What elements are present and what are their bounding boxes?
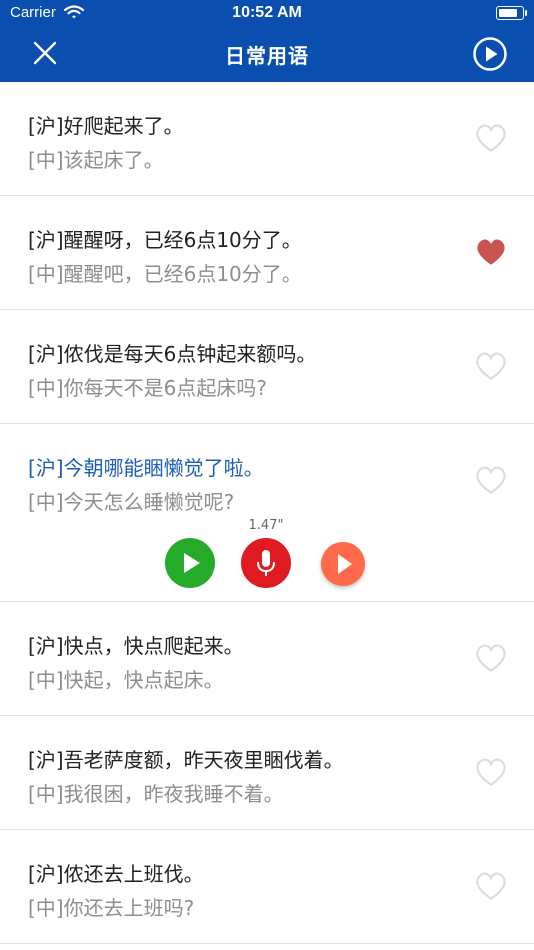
dialect-text: [沪]好爬起来了。: [28, 114, 184, 138]
battery-fill: [499, 9, 517, 17]
play-recording-button[interactable]: [321, 542, 365, 586]
phrase-row[interactable]: [沪]好爬起来了。 [中]该起床了。: [0, 82, 534, 196]
heart-filled-icon[interactable]: [474, 236, 508, 268]
phrase-row-active[interactable]: [沪]今朝哪能睏懒觉了啦。 [中]今天怎么睡懒觉呢? 1.47": [0, 424, 534, 602]
mandarin-text: [中]该起床了。: [28, 148, 164, 172]
dialect-text: [沪]今朝哪能睏懒觉了啦。: [28, 456, 264, 480]
microphone-icon: [257, 550, 275, 576]
play-circle-icon[interactable]: [472, 36, 508, 72]
heart-outline-icon[interactable]: [474, 870, 508, 902]
play-icon: [338, 554, 352, 574]
phrase-row[interactable]: [沪]快点，快点爬起来。 [中]快起，快点起床。: [0, 602, 534, 716]
phrase-row[interactable]: [沪]侬伐是每天6点钟起来额吗。 [中]你每天不是6点起床吗?: [0, 310, 534, 424]
mandarin-text: [中]你还去上班吗?: [28, 896, 195, 920]
mandarin-text: [中]醒醒吧，已经6点10分了。: [28, 262, 302, 286]
play-icon: [184, 553, 200, 573]
record-button[interactable]: [241, 538, 291, 588]
status-time: 10:52 AM: [232, 4, 302, 21]
battery-icon: [496, 6, 527, 20]
heart-outline-icon[interactable]: [474, 642, 508, 674]
phrase-row[interactable]: [沪]吾老萨度额，昨天夜里睏伐着。 [中]我很困，昨夜我睡不着。: [0, 716, 534, 830]
mandarin-text: [中]我很困，昨夜我睡不着。: [28, 782, 284, 806]
heart-outline-icon[interactable]: [474, 756, 508, 788]
play-audio-button[interactable]: [165, 538, 215, 588]
phrase-list: [沪]好爬起来了。 [中]该起床了。 [沪]醒醒呀，已经6点10分了。 [中]醒…: [0, 82, 534, 944]
heart-outline-icon[interactable]: [474, 350, 508, 382]
dialect-text: [沪]快点，快点爬起来。: [28, 634, 244, 658]
dialect-text: [沪]吾老萨度额，昨天夜里睏伐着。: [28, 748, 344, 772]
recording-duration: 1.47": [248, 518, 284, 533]
heart-outline-icon[interactable]: [474, 122, 508, 154]
status-bar: Carrier 10:52 AM: [0, 0, 534, 28]
dialect-text: [沪]侬伐是每天6点钟起来额吗。: [28, 342, 317, 366]
dialect-text: [沪]侬还去上班伐。: [28, 862, 204, 886]
phrase-row[interactable]: [沪]醒醒呀，已经6点10分了。 [中]醒醒吧，已经6点10分了。: [0, 196, 534, 310]
mandarin-text: [中]快起，快点起床。: [28, 668, 224, 692]
page-title: 日常用语: [225, 44, 309, 68]
heart-outline-icon[interactable]: [474, 464, 508, 496]
navigation-bar: Carrier 10:52 AM 日常用语: [0, 0, 534, 82]
dialect-text: [沪]醒醒呀，已经6点10分了。: [28, 228, 302, 252]
phrase-row[interactable]: [沪]侬还去上班伐。 [中]你还去上班吗?: [0, 830, 534, 944]
mandarin-text: [中]你每天不是6点起床吗?: [28, 376, 267, 400]
mandarin-text: [中]今天怎么睡懒觉呢?: [28, 490, 235, 514]
